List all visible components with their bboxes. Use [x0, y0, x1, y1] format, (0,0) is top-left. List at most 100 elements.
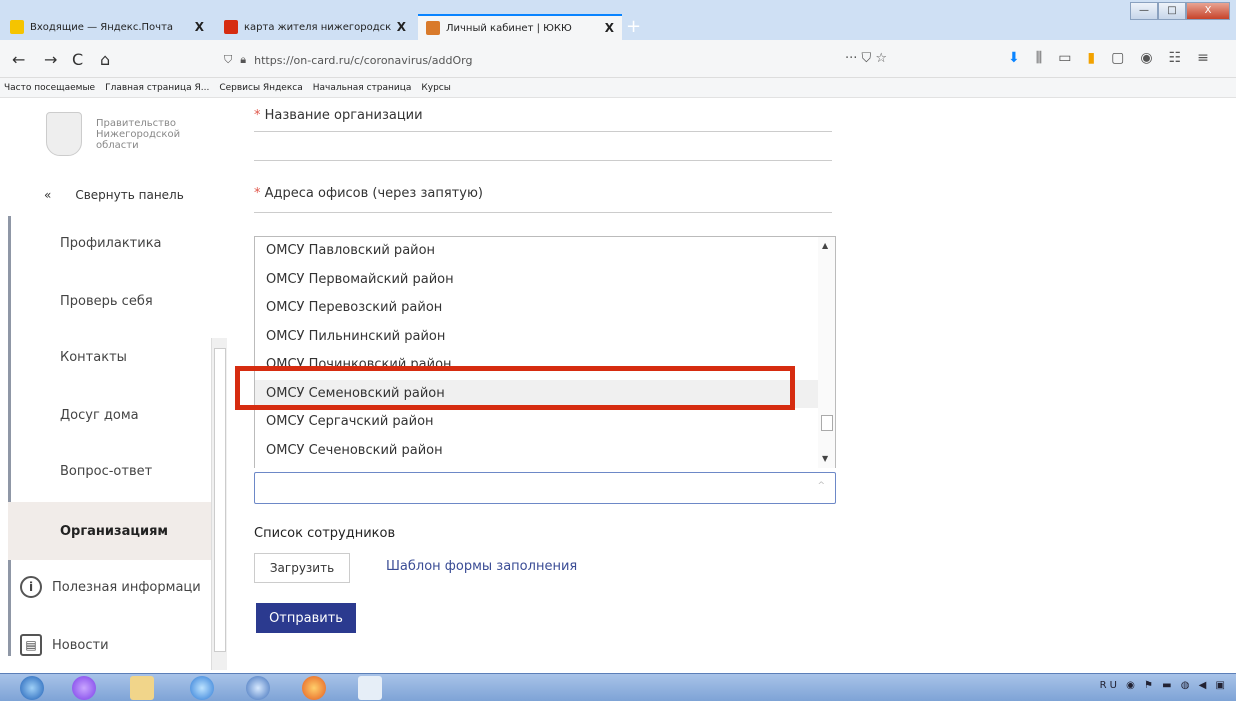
listbox-scroll-thumb[interactable] — [821, 415, 833, 431]
url-text: https://on-card.ru/c/coronavirus/addOrg — [254, 53, 473, 67]
tab-map[interactable]: карта жителя нижегородской X — [216, 14, 414, 40]
mail-icon — [10, 20, 24, 34]
required-mark: * — [254, 186, 261, 201]
sidebar-item-contacts[interactable]: Контакты — [8, 328, 212, 386]
close-icon[interactable]: X — [397, 20, 406, 34]
collapse-panel-button[interactable]: « Свернуть панель — [44, 188, 184, 202]
firefox-icon[interactable] — [302, 676, 326, 700]
site-icon — [426, 21, 440, 35]
lock-icon: 🔒︎ — [240, 53, 247, 66]
sidebar-item-faq[interactable]: Вопрос-ответ — [8, 442, 212, 500]
caret-up-icon: ^ — [817, 481, 825, 491]
district-listbox[interactable]: ОМСУ Павловский район ОМСУ Первомайский … — [254, 236, 836, 468]
list-item[interactable]: ОМСУ Первомайский район — [255, 266, 835, 295]
close-icon[interactable]: X — [605, 21, 614, 35]
list-item-selected[interactable]: ОМСУ Семеновский район — [255, 379, 835, 408]
org-name-input[interactable] — [254, 160, 832, 161]
home-icon[interactable]: ⌂ — [100, 50, 110, 69]
minimize-button[interactable]: — — [1130, 2, 1158, 20]
bookmark-flag-icon[interactable]: ▮ — [1087, 50, 1095, 66]
org-name-label-text: Название организации — [264, 108, 423, 123]
taskbar: RU ◉ ⚑ ▬ ◍ ◀ ▣ — [0, 673, 1236, 701]
main-content: * Название организации * Адреса офисов (… — [228, 98, 1236, 673]
reload-icon[interactable]: C — [72, 50, 83, 69]
menu-icon[interactable]: ≡ — [1197, 50, 1209, 66]
start-button-icon[interactable] — [20, 676, 44, 700]
tab-mail[interactable]: Входящие — Яндекс.Почта X — [2, 14, 212, 40]
tab-label: Входящие — Яндекс.Почта — [30, 21, 174, 33]
list-item[interactable]: ОМСУ Павловский район — [255, 237, 835, 266]
government-logo[interactable]: Правительство Нижегородской области — [46, 112, 180, 156]
sidebar-item-useful-info[interactable]: i Полезная информаци — [8, 558, 212, 616]
tab-cabinet[interactable]: Личный кабинет | ЮКЮ X — [418, 14, 622, 40]
logo-line: Правительство — [96, 117, 176, 129]
sidebar-item-self-check[interactable]: Проверь себя — [8, 272, 212, 330]
sidebar-item-news[interactable]: ▤ Новости — [8, 616, 212, 674]
container-icon[interactable]: ▢ — [1111, 50, 1124, 66]
sidebar-scroll-thumb[interactable] — [214, 348, 226, 652]
listbox-scrollbar[interactable]: ▲ ▼ — [818, 237, 835, 468]
system-tray[interactable]: RU ◉ ⚑ ▬ ◍ ◀ ▣ — [1100, 680, 1228, 691]
address-label-text: Адреса офисов (через запятую) — [264, 186, 483, 201]
sidebar-item-label: Организациям — [60, 523, 169, 539]
scroll-up-icon[interactable]: ▲ — [822, 241, 828, 250]
maximize-button[interactable]: □ — [1158, 2, 1186, 20]
forward-icon[interactable]: → — [44, 50, 57, 69]
toolbar-icons: ⬇ ⫼ ▭ ▮ ▢ ◉ ☷ ≡ — [1008, 50, 1209, 66]
sidebar-item-label: Контакты — [60, 349, 127, 365]
download-icon[interactable]: ⬇ — [1008, 50, 1020, 66]
sidebar-item-leisure[interactable]: Досуг дома — [8, 386, 212, 444]
close-icon[interactable]: X — [195, 20, 204, 34]
folder-icon[interactable] — [130, 676, 154, 700]
alice-icon[interactable] — [72, 676, 96, 700]
tab-label: карта жителя нижегородской — [244, 21, 391, 33]
template-link[interactable]: Шаблон формы заполнения — [386, 559, 577, 574]
list-item[interactable]: ОМСУ Пильнинский район — [255, 323, 835, 352]
bookmark-start-page[interactable]: Начальная страница — [313, 83, 412, 93]
extension-icon[interactable]: ◉ — [1140, 50, 1152, 66]
sidebar-item-label: Профилактика — [60, 235, 162, 251]
submit-button[interactable]: Отправить — [256, 603, 356, 633]
logo-text: Правительство Нижегородской области — [96, 118, 180, 151]
sidebar-item-label: Проверь себя — [60, 293, 153, 309]
info-icon: i — [20, 576, 42, 598]
ie-icon[interactable] — [190, 676, 214, 700]
list-item[interactable]: ОМСУ Сергачский район — [255, 408, 835, 437]
document-icon[interactable] — [358, 676, 382, 700]
bookmark-courses[interactable]: Курсы — [421, 83, 450, 93]
page-actions-icon[interactable]: ··· ⛉ ☆ — [845, 51, 887, 66]
news-icon: ▤ — [20, 634, 42, 656]
required-mark: * — [254, 108, 261, 123]
sidebar-item-organizations[interactable]: Организациям — [8, 502, 212, 560]
sidebar-icon[interactable]: ▭ — [1058, 50, 1071, 66]
url-bar[interactable]: ⛉ 🔒︎ https://on-card.ru/c/coronavirus/ad… — [224, 47, 924, 73]
bookmark-frequent[interactable]: Часто посещаемые — [4, 83, 95, 93]
library-icon[interactable]: ⫼ — [1036, 50, 1042, 66]
new-tab-button[interactable]: + — [626, 16, 641, 37]
scroll-down-icon[interactable]: ▼ — [822, 454, 828, 463]
logo-line: Нижегородской — [96, 128, 181, 140]
back-icon[interactable]: ← — [12, 50, 25, 69]
sidebar-item-prevention[interactable]: Профилактика — [8, 214, 212, 272]
gift-icon[interactable]: ☷ — [1169, 50, 1182, 66]
org-name-label: * Название организации — [254, 108, 423, 123]
address-input[interactable] — [254, 212, 832, 213]
window-close-button[interactable]: X — [1186, 2, 1230, 20]
window-controls: — □ X — [1130, 2, 1230, 20]
address-label: * Адреса офисов (через запятую) — [254, 186, 483, 201]
list-item[interactable]: ОМСУ Перевозский район — [255, 294, 835, 323]
district-select[interactable]: ^ — [254, 472, 836, 504]
bookmark-yandex-home[interactable]: Главная страница Я... — [105, 83, 209, 93]
bookmark-yandex-services[interactable]: Сервисы Яндекса — [219, 83, 302, 93]
double-chevron-left-icon: « — [44, 188, 52, 202]
sidebar-scrollbar[interactable] — [211, 338, 227, 670]
shield-icon: ⛉ — [224, 53, 233, 66]
navigation-bar: ← → C ⌂ ⛉ 🔒︎ https://on-card.ru/c/corona… — [0, 40, 1236, 78]
list-item[interactable]: ОМСУ Сеченовский район — [255, 437, 835, 466]
upload-button[interactable]: Загрузить — [254, 553, 350, 583]
list-item[interactable]: ОМСУ Починковский район — [255, 351, 835, 380]
bookmarks-bar: Часто посещаемые Главная страница Я... С… — [0, 78, 1236, 98]
crest-icon — [46, 112, 82, 156]
chrome-icon[interactable] — [246, 676, 270, 700]
sidebar-item-label: Полезная информаци — [52, 579, 201, 595]
